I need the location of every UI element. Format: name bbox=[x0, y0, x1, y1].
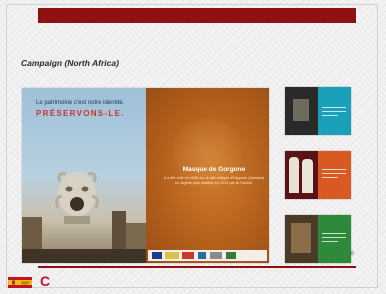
slide-title: Campaign (North Africa) bbox=[21, 58, 119, 68]
cooperation-c-logo: C bbox=[40, 273, 51, 289]
spain-flag-logo bbox=[8, 277, 32, 288]
poster-caption-text: Il a été volé en 1996 sur le site antiqu… bbox=[164, 176, 264, 185]
thumbnail-1-image bbox=[285, 87, 318, 135]
thumbnail-3-text-panel bbox=[318, 215, 351, 263]
poster-logo-3 bbox=[182, 252, 194, 259]
poster-logo-6 bbox=[226, 252, 236, 259]
poster-headline: PRÉSERVONS-LE. bbox=[36, 109, 125, 118]
main-poster-image: Le patrimoine c'est notre identité. PRÉS… bbox=[22, 88, 269, 263]
poster-logo-2 bbox=[165, 252, 179, 259]
thumbnail-poster-1 bbox=[285, 87, 351, 135]
gorgon-mask-sculpture bbox=[55, 172, 99, 224]
page-number: 8 bbox=[351, 251, 354, 257]
thumbnail-poster-2 bbox=[285, 151, 351, 199]
poster-logo-4 bbox=[198, 252, 206, 259]
poster-logo-strip bbox=[148, 250, 267, 261]
bottom-accent-line bbox=[38, 266, 356, 268]
thumbnail-3-image bbox=[285, 215, 318, 263]
poster-logo-1 bbox=[152, 252, 162, 259]
poster-caption-title: Masque de Gorgone bbox=[182, 166, 246, 173]
thumbnail-poster-3 bbox=[285, 215, 351, 263]
top-accent-bar bbox=[38, 8, 356, 23]
poster-logo-5 bbox=[210, 252, 222, 259]
thumbnail-2-text-panel bbox=[318, 151, 351, 199]
thumbnail-2-image bbox=[285, 151, 318, 199]
poster-photo-panel: Le patrimoine c'est notre identité. PRÉS… bbox=[22, 88, 146, 263]
poster-tagline: Le patrimoine c'est notre identité. bbox=[36, 100, 125, 106]
